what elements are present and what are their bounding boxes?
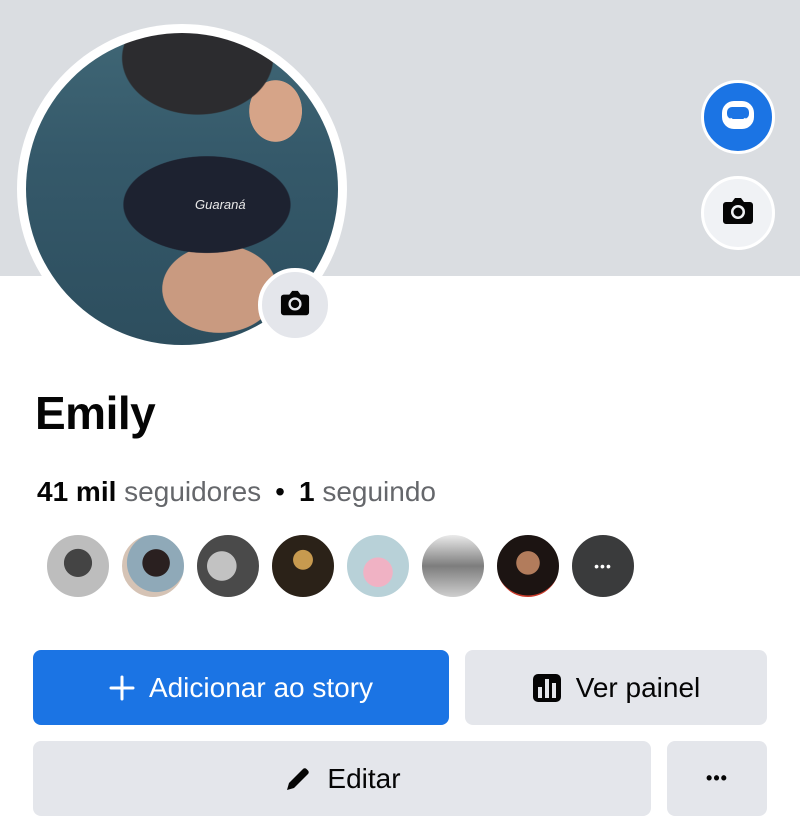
followers-link[interactable]: 41 mil seguidores: [37, 476, 261, 507]
camera-icon: [278, 288, 312, 323]
follow-stats: 41 mil seguidores • 1 seguindo: [37, 476, 436, 508]
following-link[interactable]: 1 seguindo: [299, 476, 436, 507]
bar-chart-icon: [532, 673, 562, 703]
plus-icon: [109, 675, 135, 701]
pencil-icon: [283, 764, 313, 794]
following-count: 1: [298, 476, 315, 507]
stats-separator: •: [275, 476, 285, 507]
edit-profile-picture-button[interactable]: [258, 268, 332, 342]
edit-profile-button[interactable]: Editar: [33, 741, 651, 816]
more-followers-button[interactable]: •••: [570, 533, 636, 599]
follower-avatar[interactable]: [420, 533, 486, 599]
avatar-icon: [718, 95, 758, 140]
follower-avatar[interactable]: [195, 533, 261, 599]
camera-icon: [720, 195, 756, 232]
create-avatar-button[interactable]: [701, 80, 775, 154]
profile-name: Emily: [35, 387, 156, 439]
add-to-story-button[interactable]: Adicionar ao story: [33, 650, 449, 725]
more-dots-icon: •••: [706, 768, 728, 788]
follower-avatar[interactable]: [270, 533, 336, 599]
followers-count: 41 mil: [37, 476, 117, 507]
follower-avatar[interactable]: [45, 533, 111, 599]
follower-avatar[interactable]: [120, 533, 186, 599]
follower-avatar[interactable]: [495, 533, 561, 599]
photo-shirt-text: Guaraná: [195, 197, 246, 212]
more-dots-icon: •••: [594, 558, 612, 574]
add-to-story-label: Adicionar ao story: [148, 671, 374, 703]
more-options-button[interactable]: •••: [667, 741, 767, 816]
edit-cover-photo-button[interactable]: [701, 176, 775, 250]
following-label: seguindo: [322, 476, 436, 507]
followers-label: seguidores: [124, 476, 262, 507]
view-dashboard-button[interactable]: Ver painel: [465, 650, 767, 725]
edit-profile-label: Editar: [327, 762, 401, 794]
follower-avatar[interactable]: [345, 533, 411, 599]
view-dashboard-label: Ver painel: [575, 671, 701, 703]
